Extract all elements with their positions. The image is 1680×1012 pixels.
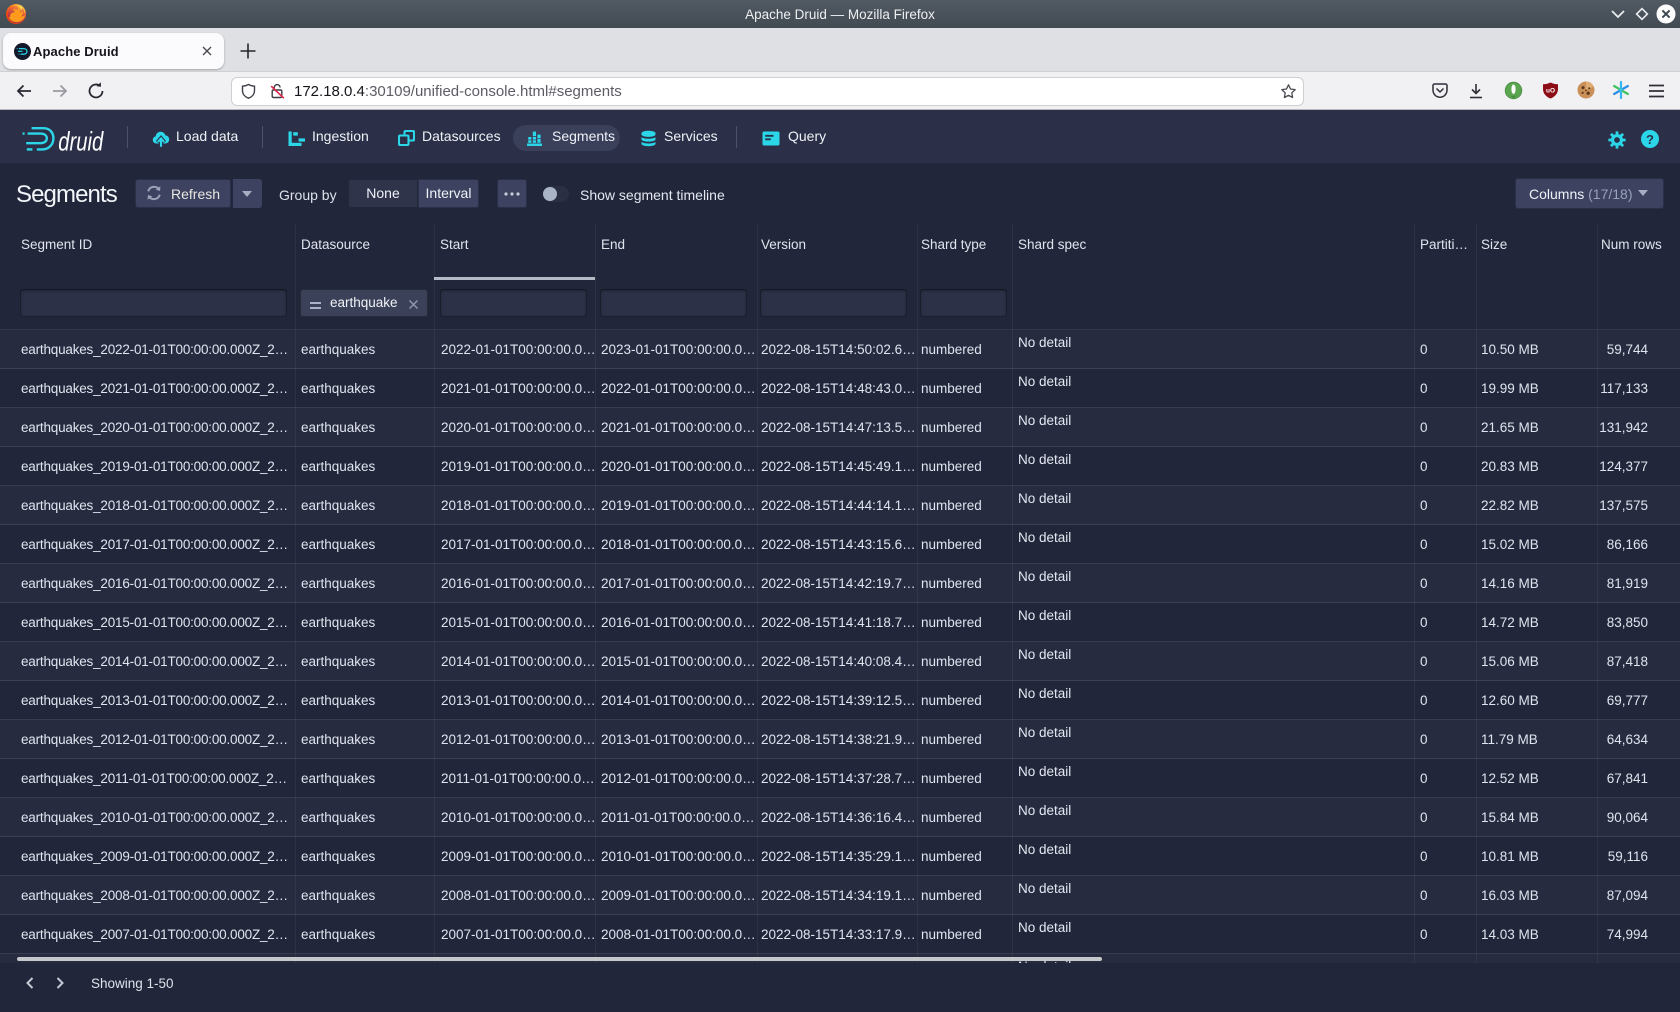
svg-text:uO: uO — [1546, 88, 1555, 95]
svg-text:?: ? — [1646, 132, 1654, 147]
svg-text:druid: druid — [58, 129, 104, 157]
